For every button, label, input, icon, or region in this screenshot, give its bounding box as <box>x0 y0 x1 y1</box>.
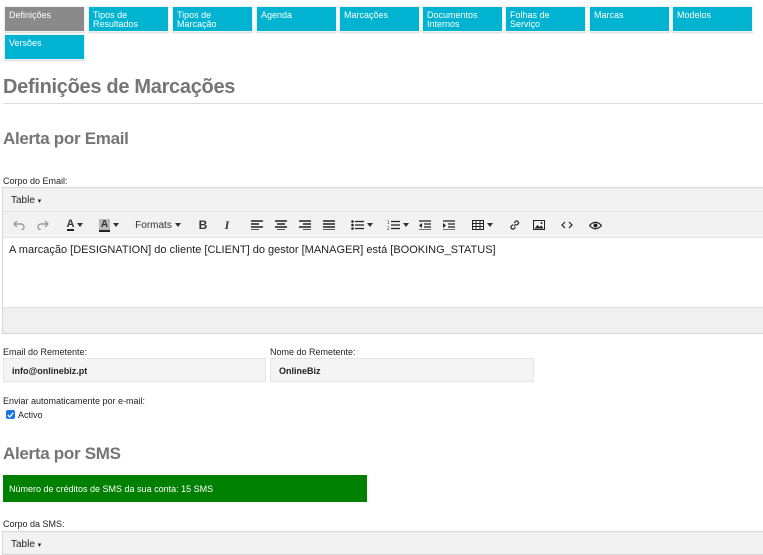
tab-tipos-de-resultados[interactable]: Tipos de Resultados <box>88 6 169 32</box>
tab-folhas-de-servico[interactable]: Folhas de Serviço <box>505 6 586 32</box>
sender-email-field[interactable]: info@onlinebiz.pt <box>3 358 266 382</box>
text-color-icon[interactable]: A <box>61 217 89 233</box>
tab-definicoes[interactable]: Definições <box>4 6 85 32</box>
tab-documentos-internos[interactable]: Documentos Internos <box>422 6 503 32</box>
svg-text:1: 1 <box>387 220 390 225</box>
align-justify-icon[interactable] <box>321 217 337 233</box>
email-body-editor: Table ▾ A A Formats B I 1 2 A marcação [… <box>2 187 763 334</box>
table-icon[interactable] <box>469 217 495 233</box>
email-alert-heading: Alerta por Email <box>3 129 129 148</box>
italic-icon[interactable]: I <box>219 217 235 233</box>
editor-statusbar <box>3 307 763 333</box>
indent-icon[interactable] <box>441 217 457 233</box>
tab-marcacoes[interactable]: Marcações <box>339 6 420 32</box>
numbered-list-icon[interactable]: 12 <box>383 217 413 233</box>
sender-name-field[interactable]: OnlineBiz <box>270 358 534 382</box>
tab-tipos-de-marcacao[interactable]: Tipos de Marcação <box>172 6 253 32</box>
tab-modelos[interactable]: Modelos <box>672 6 753 32</box>
sms-credits-banner: Número de créditos de SMS da sua conta: … <box>3 475 367 502</box>
checkmark-icon <box>7 411 14 418</box>
active-checkbox[interactable] <box>6 410 15 419</box>
sms-alert-heading: Alerta por SMS <box>3 444 121 463</box>
active-label: Activo <box>18 410 43 420</box>
table-menu[interactable]: Table ▾ <box>11 195 41 206</box>
align-center-icon[interactable] <box>273 217 289 233</box>
link-icon[interactable] <box>507 217 523 233</box>
formats-dropdown[interactable]: Formats <box>133 217 183 233</box>
preview-icon[interactable] <box>587 217 603 233</box>
editor-toolbar: A A Formats B I 12 <box>3 212 763 238</box>
sms-table-menu[interactable]: Table ▾ <box>11 539 41 550</box>
undo-icon[interactable] <box>11 217 27 233</box>
align-left-icon[interactable] <box>249 217 265 233</box>
editor-menubar: Table ▾ <box>3 188 763 212</box>
svg-text:2: 2 <box>387 226 390 230</box>
bold-icon[interactable]: B <box>195 217 211 233</box>
redo-icon[interactable] <box>35 217 51 233</box>
title-divider <box>3 103 763 104</box>
tab-versoes[interactable]: Versões <box>4 34 85 60</box>
bullet-list-icon[interactable] <box>347 217 377 233</box>
sender-email-label: Email do Remetente: <box>3 347 88 357</box>
code-icon[interactable] <box>559 217 575 233</box>
email-body-label: Corpo do Email: <box>3 176 68 186</box>
sms-body-label: Corpo da SMS: <box>3 519 65 529</box>
email-body-content[interactable]: A marcação [DESIGNATION] do cliente [CLI… <box>3 238 763 308</box>
background-color-icon[interactable]: A <box>95 217 123 233</box>
sender-name-label: Nome do Remetente: <box>270 347 356 357</box>
auto-send-label: Enviar automaticamente por e-mail: <box>3 396 146 406</box>
sms-body-editor: Table ▾ <box>2 531 763 555</box>
page-title: Definições de Marcações <box>3 76 236 98</box>
tab-marcas[interactable]: Marcas <box>589 6 670 32</box>
align-right-icon[interactable] <box>297 217 313 233</box>
image-icon[interactable] <box>531 217 547 233</box>
outdent-icon[interactable] <box>417 217 433 233</box>
tab-agenda[interactable]: Agenda <box>256 6 337 32</box>
